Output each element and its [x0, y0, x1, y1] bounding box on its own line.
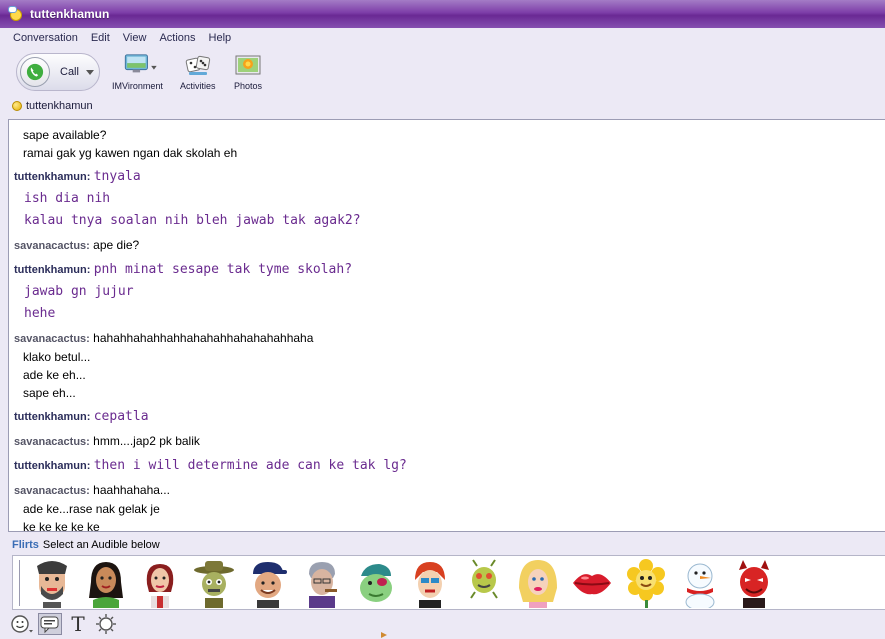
menu-view[interactable]: View	[123, 32, 147, 44]
photos-button[interactable]: Photos	[234, 53, 262, 91]
message-line: sape eh...	[23, 386, 76, 400]
snowman-icon[interactable]	[677, 558, 723, 608]
menu-help[interactable]: Help	[209, 32, 232, 44]
message-line: pnh minat sesape tak tyme skolah?	[93, 262, 353, 277]
conversation-history[interactable]: sape available? ramai gak yg kawen ngan …	[8, 119, 885, 532]
online-status-icon	[12, 101, 22, 111]
message-line: klako betul...	[23, 350, 91, 364]
audible-picker	[12, 555, 885, 610]
old-man-cigar-icon[interactable]	[299, 558, 345, 608]
phone-icon	[20, 57, 50, 87]
sender-name: savanacactus:	[14, 333, 90, 345]
audible-toggle-button[interactable]	[38, 613, 62, 635]
menu-conversation[interactable]: Conversation	[13, 32, 78, 44]
message-line: ade ke...rase nak gelak je	[23, 502, 160, 516]
toolbar: Call IMVironment Activities Photos	[0, 48, 885, 98]
activities-button[interactable]: Activities	[180, 53, 216, 91]
message-group: tuttenkhamun: tnyala ish dia nih kalau t…	[14, 166, 885, 232]
call-label: Call	[60, 66, 79, 78]
menu-actions[interactable]: Actions	[159, 32, 195, 44]
sender-name: tuttenkhamun:	[14, 264, 91, 276]
sender-name: tuttenkhamun:	[14, 460, 91, 472]
text-format-icon: T	[71, 612, 85, 636]
sender-name: savanacactus:	[14, 485, 90, 497]
message-line: hmm....jap2 pk balik	[93, 434, 200, 448]
woman-red-hair-icon[interactable]	[137, 558, 183, 608]
imvironment-label: IMVironment	[112, 81, 163, 91]
flirts-label[interactable]: Flirts	[12, 539, 39, 551]
message-line: hehe	[24, 306, 56, 321]
sender-name: tuttenkhamun:	[14, 171, 91, 183]
red-lips-icon[interactable]	[569, 558, 615, 608]
activities-label: Activities	[180, 81, 216, 91]
blonde-woman-icon[interactable]	[515, 558, 561, 608]
sunflower-icon[interactable]	[623, 558, 669, 608]
emoticon-icon	[11, 615, 33, 633]
input-caret	[381, 632, 387, 638]
man-blue-cap-icon[interactable]	[245, 558, 291, 608]
text-format-button[interactable]: T	[66, 612, 90, 636]
red-devil-icon[interactable]	[731, 558, 777, 608]
sender-name: savanacactus:	[14, 240, 90, 252]
window-title: tuttenkhamun	[30, 7, 110, 21]
message-group: tuttenkhamun: then i will determine ade …	[14, 455, 885, 477]
messenger-icon	[8, 6, 24, 22]
message-line: ade ke eh...	[23, 368, 86, 382]
contact-status: tuttenkhamun	[12, 99, 93, 113]
chevron-down-icon[interactable]	[85, 69, 94, 75]
redhead-pop-face-icon[interactable]	[407, 558, 453, 608]
photos-icon	[234, 53, 262, 77]
flirts-hint: Select an Audible below	[42, 539, 160, 551]
title-bar: tuttenkhamun	[0, 0, 885, 28]
woman-green-dress-icon[interactable]	[83, 558, 129, 608]
message-line: ish dia nih	[24, 191, 111, 206]
dice-icon	[184, 53, 212, 77]
imvironment-icon	[123, 53, 158, 77]
message-line: tnyala	[93, 169, 141, 184]
message-line: cepatla	[93, 409, 149, 424]
message-group: savanacactus: hahahhahahhahhahahahhahaha…	[14, 329, 885, 402]
message-line: haahhahaha...	[93, 483, 170, 497]
menu-bar: Conversation Edit View Actions Help	[0, 28, 885, 48]
format-toolbar: T	[10, 612, 122, 636]
message-group: sape available? ramai gak yg kawen ngan …	[14, 126, 885, 162]
audible-icon	[40, 616, 59, 634]
wink-button[interactable]	[94, 613, 118, 635]
message-line: ke ke ke ke ke	[23, 520, 100, 532]
call-button[interactable]: Call	[16, 53, 100, 91]
green-bug-icon[interactable]	[461, 558, 507, 608]
message-group: savanacactus: hmm....jap2 pk balik	[14, 432, 885, 451]
message-group: savanacactus: haahhahaha... ade ke...ras…	[14, 481, 885, 532]
message-group: savanacactus: ape die?	[14, 236, 885, 255]
cowboy-zombie-icon[interactable]	[191, 558, 237, 608]
wink-icon	[96, 614, 116, 634]
message-line: hahahhahahhahhahahahhahahahahhaha	[93, 331, 314, 345]
sender-name: tuttenkhamun:	[14, 411, 91, 423]
message-group: tuttenkhamun: cepatla	[14, 406, 885, 428]
message-group: tuttenkhamun: pnh minat sesape tak tyme …	[14, 259, 885, 325]
message-line: then i will determine ade can ke tak lg?	[93, 458, 407, 473]
imvironment-button[interactable]: IMVironment	[112, 53, 163, 91]
sender-name: savanacactus:	[14, 436, 90, 448]
emoticon-button[interactable]	[10, 613, 34, 635]
flirts-bar: Flirts Select an Audible below	[12, 537, 160, 553]
message-line: ramai gak yg kawen ngan dak skolah eh	[23, 146, 238, 160]
message-line: ape die?	[93, 238, 140, 252]
photos-label: Photos	[234, 81, 263, 91]
message-line: jawab gn jujur	[24, 284, 134, 299]
menu-edit[interactable]: Edit	[91, 32, 110, 44]
message-line: kalau tnya soalan nih bleh jawab tak aga…	[24, 213, 361, 228]
contact-name: tuttenkhamun	[26, 100, 93, 112]
man-with-beard-icon[interactable]	[29, 558, 75, 608]
green-pirate-lady-icon[interactable]	[353, 558, 399, 608]
message-line: sape available?	[23, 128, 107, 142]
